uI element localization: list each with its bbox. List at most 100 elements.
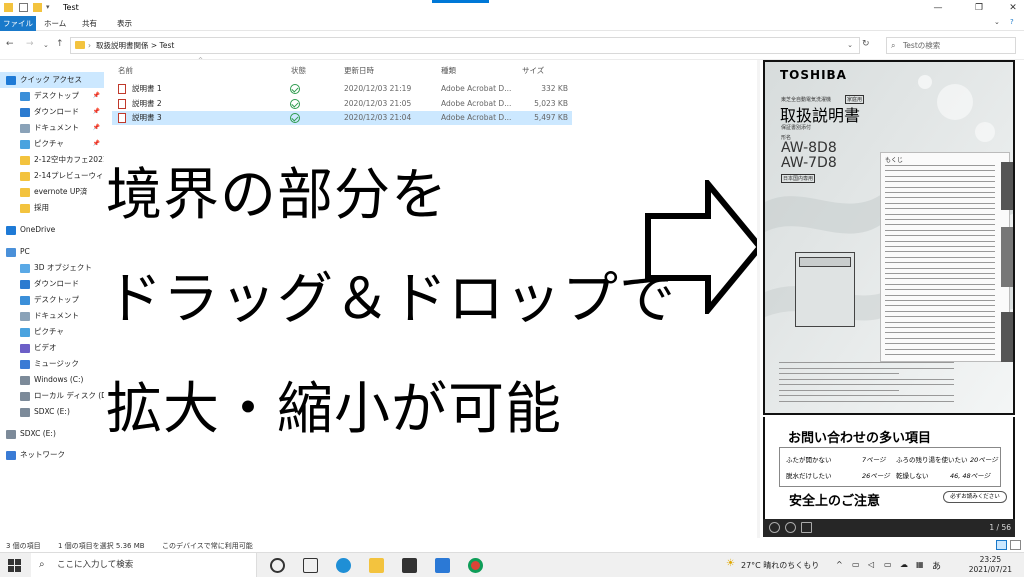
weather-icon[interactable]: ☀ xyxy=(726,558,735,569)
file-name: 説明書 1 xyxy=(132,84,162,93)
network-status-icon[interactable]: ▭ xyxy=(852,560,860,569)
toc-line xyxy=(885,175,995,177)
faq-box: ふたが開かない 7ページ ふろの残り湯を使いたい 20ページ 脱水だけしたい 2… xyxy=(779,447,1001,487)
pin-icon[interactable]: 📌 xyxy=(93,136,100,152)
sidebar-item[interactable]: Windows (C:) xyxy=(20,372,104,388)
up-arrow-icon[interactable]: ↑ xyxy=(56,39,64,49)
sidebar-item[interactable]: OneDrive xyxy=(6,222,104,238)
column-name[interactable]: 名前 xyxy=(118,65,133,76)
ime-mode-icon[interactable]: ▦ xyxy=(916,560,924,569)
sidebar-item[interactable]: ローカル ディスク (D:) xyxy=(20,388,104,404)
sidebar-item[interactable]: デスクトップ 📌 xyxy=(20,88,104,104)
minimize-button[interactable]: — xyxy=(928,1,948,15)
customize-quick-access-icon[interactable]: ▾ xyxy=(46,3,55,12)
desktop-icon xyxy=(20,295,30,305)
properties-icon[interactable] xyxy=(19,3,28,12)
sidebar-item[interactable]: 2-14プレビューウィンド xyxy=(20,168,104,184)
battery-icon[interactable]: ▭ xyxy=(884,560,892,569)
volume-icon[interactable]: ◁ xyxy=(868,560,874,569)
sidebar-item[interactable]: ピクチャ xyxy=(20,324,104,340)
clock[interactable]: 23:25 2021/07/21 xyxy=(969,555,1012,575)
refresh-icon[interactable]: ↻ xyxy=(862,39,870,49)
search-placeholder: Testの検索 xyxy=(903,41,941,50)
sidebar-item[interactable]: ダウンロード xyxy=(20,276,104,292)
sidebar-item[interactable]: ミュージック xyxy=(20,356,104,372)
maximize-button[interactable]: ❐ xyxy=(969,1,989,15)
address-bar[interactable]: › 取扱説明書関係 > Test ⌄ xyxy=(70,37,860,54)
page-view-icon[interactable] xyxy=(801,522,812,533)
cortana-icon[interactable] xyxy=(270,558,285,573)
file-name: 説明書 2 xyxy=(132,99,162,108)
back-arrow-icon[interactable]: ← xyxy=(6,39,14,49)
sidebar-item-label: 採用 xyxy=(34,203,49,212)
task-view-icon[interactable] xyxy=(303,558,318,573)
address-dropdown-icon[interactable]: ⌄ xyxy=(847,38,853,53)
folder-icon xyxy=(20,171,30,181)
navigation-pane: クイック アクセス デスクトップ 📌 ダウンロード 📌 ドキュメント 📌 ピクチャ 📌 2-12空… xyxy=(0,64,104,540)
expand-ribbon-icon[interactable]: ⌄ xyxy=(994,18,1000,26)
music-icon xyxy=(20,359,30,369)
column-type[interactable]: 種類 xyxy=(441,65,456,76)
search-input[interactable]: ⌕ Testの検索 xyxy=(886,37,1016,54)
show-hidden-icons-icon[interactable]: ^ xyxy=(836,560,843,569)
help-icon[interactable]: ? xyxy=(1010,18,1014,26)
chrome-icon[interactable] xyxy=(468,558,483,573)
sidebar-item[interactable]: クイック アクセス xyxy=(0,72,104,88)
onedrive-tray-icon[interactable]: ☁ xyxy=(900,560,908,569)
toc-line xyxy=(885,343,995,345)
sidebar-item[interactable]: SDXC (E:) xyxy=(20,404,104,420)
sidebar-item[interactable]: ドキュメント 📌 xyxy=(20,120,104,136)
sync-status-icon xyxy=(290,113,300,123)
file-row[interactable]: 説明書 1 2020/12/03 21:19 Adobe Acrobat D... 3… xyxy=(112,82,572,96)
column-status[interactable]: 状態 xyxy=(291,65,306,76)
sidebar-item[interactable]: 2-12空中カフェ2021 xyxy=(20,152,104,168)
sidebar-item[interactable]: SDXC (E:) xyxy=(6,426,104,442)
recent-locations-icon[interactable]: ⌄ xyxy=(43,41,49,49)
right-arrow-icon xyxy=(645,180,764,314)
column-size[interactable]: サイズ xyxy=(522,65,544,76)
sidebar-item[interactable]: デスクトップ xyxy=(20,292,104,308)
pin-icon[interactable]: 📌 xyxy=(93,120,100,136)
weather-text[interactable]: 27°C 晴れのちくもり xyxy=(741,560,819,571)
breadcrumb-chevron-icon[interactable]: › xyxy=(88,38,91,53)
edge-icon[interactable] xyxy=(336,558,351,573)
note-line xyxy=(779,400,954,402)
sidebar-item[interactable]: ネットワーク xyxy=(6,447,104,463)
mail-icon[interactable] xyxy=(435,558,450,573)
3d-objects-icon xyxy=(20,263,30,273)
tab-home[interactable]: ホーム xyxy=(44,18,66,29)
sidebar-item[interactable]: ビデオ xyxy=(20,340,104,356)
breadcrumb[interactable]: 取扱説明書関係 > Test xyxy=(96,41,174,50)
file-row[interactable]: 説明書 2 2020/12/03 21:05 Adobe Acrobat D... 5… xyxy=(112,97,572,111)
file-row[interactable]: 説明書 3 2020/12/03 21:04 Adobe Acrobat D... 5… xyxy=(112,111,572,125)
sync-status-icon xyxy=(290,99,300,109)
pin-icon[interactable]: 📌 xyxy=(93,88,100,104)
pin-icon[interactable]: 📌 xyxy=(93,104,100,120)
details-view-icon[interactable] xyxy=(996,540,1007,550)
tab-share[interactable]: 共有 xyxy=(82,18,97,29)
page-down-icon[interactable] xyxy=(785,522,796,533)
tab-file[interactable]: ファイル xyxy=(0,16,36,31)
sidebar-item[interactable]: ドキュメント xyxy=(20,308,104,324)
toc-line xyxy=(885,283,995,285)
ime-indicator[interactable]: あ xyxy=(932,559,941,572)
sidebar-item-label: デスクトップ xyxy=(34,91,79,100)
page-up-icon[interactable] xyxy=(769,522,780,533)
large-icons-view-icon[interactable] xyxy=(1010,540,1021,550)
sidebar-item[interactable]: ダウンロード 📌 xyxy=(20,104,104,120)
windows-start-icon[interactable] xyxy=(8,559,21,572)
sidebar-item[interactable]: evernote UP済 xyxy=(20,184,104,200)
column-date[interactable]: 更新日時 xyxy=(344,65,374,76)
sidebar-item[interactable]: PC xyxy=(6,244,104,260)
sidebar-item[interactable]: ピクチャ 📌 xyxy=(20,136,104,152)
new-folder-icon[interactable] xyxy=(33,3,42,12)
toc-line xyxy=(885,321,995,323)
tab-view[interactable]: 表示 xyxy=(117,18,132,29)
taskbar-search-input[interactable]: ⌕ ここに入力して検索 xyxy=(31,553,257,577)
store-icon[interactable] xyxy=(402,558,417,573)
forward-arrow-icon[interactable]: → xyxy=(26,39,34,49)
sidebar-item[interactable]: 採用 xyxy=(20,200,104,216)
close-button[interactable]: ✕ xyxy=(1003,1,1023,15)
file-explorer-icon[interactable] xyxy=(369,558,384,573)
sidebar-item[interactable]: 3D オブジェクト xyxy=(20,260,104,276)
